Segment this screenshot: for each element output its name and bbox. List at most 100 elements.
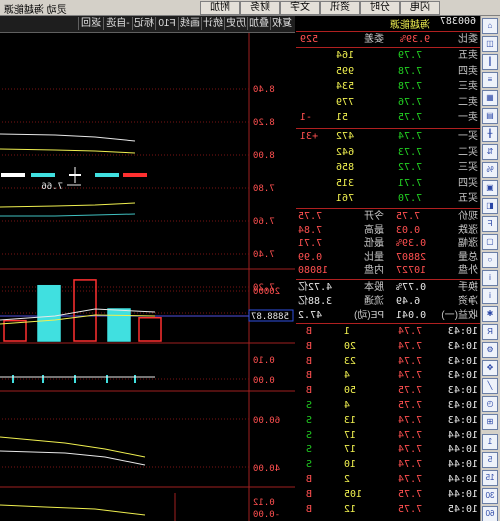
topbar-button-2[interactable]: 分时 [360,1,400,15]
chart-tab[interactable]: 标记 [132,17,155,30]
ask-label: 卖二 [458,96,478,108]
bid-row[interactable]: 买一 7.74 472 +31 [296,130,480,143]
kline-icon[interactable]: ┃ [482,54,498,70]
weicha-value: 529 [300,34,319,45]
stat-value: 7.75 [396,211,421,222]
tick-volume: 4 [344,400,351,411]
ftz-icon[interactable]: F [482,216,498,232]
volume-bar [107,308,131,342]
volume-tick-label: 20000 [253,287,280,297]
window-icon[interactable]: ▢ [482,234,498,250]
ask-volume: 995 [336,65,355,77]
table-icon[interactable]: ▤ [482,108,498,124]
chart-tab[interactable]: -自选 [103,17,132,30]
fin-value: 47.2 [298,310,323,321]
clock-icon[interactable]: ◷ [482,396,498,412]
quote-panel: 600387 海越能源 委比 9.39% 委差 529 卖五 7.79 164 卖四 7… [296,16,480,521]
period-15[interactable]: 15 [482,470,498,486]
period-60[interactable]: 60 [482,506,498,521]
ruler-icon[interactable]: ╱ [482,378,498,394]
stat-row: 现价 7.75 今开 7.75 [296,210,480,223]
chart-tab[interactable]: 叠加 [247,17,270,30]
bid-row[interactable]: 买三 7.72 856 [296,161,480,174]
divider [296,47,480,48]
list-icon[interactable]: ≡ [482,72,498,88]
period-1[interactable]: 1 [482,434,498,450]
stat-label: 最低 [364,238,384,249]
info-icon-2[interactable]: i [482,288,498,304]
tick-volume: 23 [344,355,357,367]
tick-time: 10:44 [447,459,478,471]
ask-row[interactable]: 卖三 7.78 534 [296,80,480,93]
search-icon[interactable]: ○ [482,252,498,268]
info-icon[interactable]: i [482,270,498,286]
topbar-button-5[interactable]: 财务 [240,1,280,15]
tick-price: 7.74 [398,414,423,426]
ask-row[interactable]: 卖一 7.75 51 -1 [296,111,480,124]
ask-row[interactable]: 卖二 7.76 779 [296,96,480,109]
bid-row[interactable]: 买四 7.71 315 [296,177,480,190]
chart-tab[interactable]: 返回 [78,17,103,30]
indicator-tick-label: 0.00 [253,376,275,386]
chart-tab[interactable]: F10 [155,17,178,30]
chart-tab[interactable]: 复权 [270,17,293,30]
topbar-button-4[interactable]: 文字 [280,1,320,15]
topbar-button-3[interactable]: 资讯 [320,1,360,15]
webi-row: 委比 9.39% 委差 529 [296,33,480,46]
ask-row[interactable]: 卖五 7.79 164 [296,49,480,62]
topbar-button-1[interactable]: 闪电 [400,1,440,15]
stat-row: 总量 28807 量比 0.99 [296,251,480,264]
bid-row[interactable]: 买五 7.70 761 [296,192,480,205]
grid-icon[interactable]: ▦ [482,90,498,106]
topbar-button-6[interactable]: 附加 [200,1,240,15]
tick-price: 7.74 [398,474,423,485]
chart-tab[interactable]: 历史 [224,17,247,30]
tick-time: 10:44 [447,429,478,441]
bid-label: 买二 [458,146,478,158]
bid-volume: 315 [336,177,355,189]
news-icon[interactable]: ▣ [482,180,498,196]
chart-tab[interactable]: 画线 [178,17,201,30]
ask-volume: 51 [336,112,349,123]
tick-row: 10:43 7.75 4 S [296,399,480,412]
volume-ma-white [0,308,156,321]
bid-volume: 472 [336,131,355,142]
chart-area[interactable]: 复权 叠加 历史 统计 画线 F10 标记 -自选 返回 8.40 8.20 8.00 7.80 7.6… [0,16,295,521]
tick-volume: 10 [344,459,357,471]
stat-value: 7.71 [298,238,323,249]
rsi-icon[interactable]: R [482,324,498,340]
period-5[interactable]: 5 [482,452,498,468]
tick-price: 7.75 [398,503,423,515]
ask-volume: 534 [336,81,355,92]
sort-icon[interactable]: ⇅ [482,144,498,160]
fire-icon[interactable]: ✱ [482,306,498,322]
gear-icon[interactable]: ⚙ [482,342,498,358]
stat-label: 今开 [364,211,384,222]
bid-volume: 642 [336,146,355,158]
period-30[interactable]: 30 [482,488,498,504]
nav-icon[interactable]: ✥ [482,360,498,376]
book-icon[interactable]: ◧ [482,198,498,214]
chart-icon[interactable]: ◫ [482,36,498,52]
rate-icon[interactable]: % [482,162,498,178]
tick-price: 7.74 [398,326,423,337]
stat-value: 7.75 [298,211,323,222]
bid-row[interactable]: 买二 7.73 642 [296,146,480,159]
tick-price: 7.74 [398,444,423,456]
intraday-chart[interactable]: 8.408.208.007.807.607.407.207.6620000100… [0,33,295,521]
ask-row[interactable]: 卖四 7.78 995 [296,65,480,78]
candle-icon[interactable]: ╂ [482,126,498,142]
tick-row: 10:43 7.74 4 B [296,369,480,382]
home-icon[interactable]: ⌂ [482,18,498,34]
layout-icon[interactable]: ⊞ [482,414,498,430]
chart-tab[interactable]: 统计 [201,17,224,30]
tick-time: 10:43 [447,414,478,426]
ask-price: 7.78 [398,65,423,77]
tick-price: 7.75 [398,400,423,411]
divider [296,323,480,324]
candle-body [31,173,55,177]
tick-time: 10:43 [447,400,478,411]
ma-line-yellow-2 [0,202,136,208]
stat-label: 最高 [364,224,384,236]
tick-volume: 20 [344,340,357,352]
